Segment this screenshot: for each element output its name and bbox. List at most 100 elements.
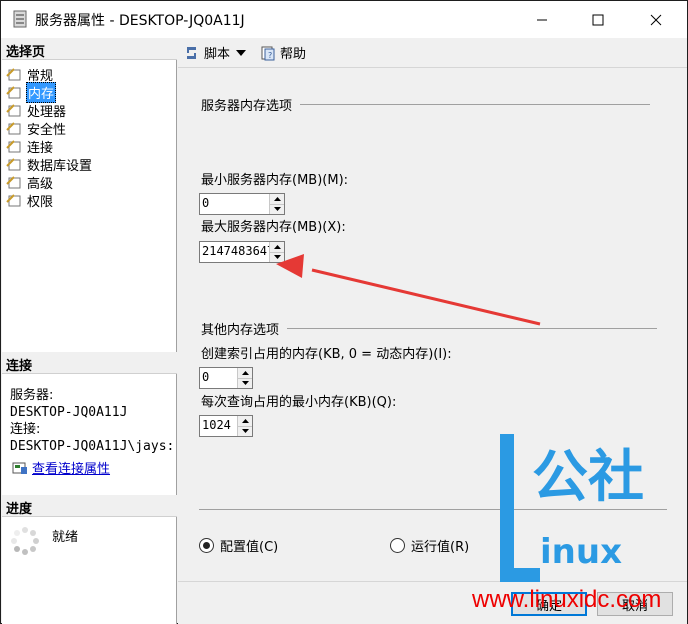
watermark-brand-cn: 公社 — [532, 445, 644, 510]
max-memory-label: 最大服务器内存(MB)(X): — [201, 220, 346, 235]
toolbar: 脚本 ? 帮助 — [178, 38, 687, 68]
query-memory-down-button[interactable] — [238, 425, 252, 436]
progress-header: 进度 — [2, 495, 177, 517]
nav-item-security[interactable]: 安全性 — [6, 119, 93, 138]
page-wrench-icon — [6, 158, 21, 171]
close-button[interactable] — [633, 1, 679, 38]
connection-label: 连接: — [10, 422, 41, 437]
connection-header: 连接 — [2, 352, 177, 374]
max-memory-stepper[interactable]: 2147483647 — [199, 241, 285, 263]
svg-text:?: ? — [268, 51, 272, 60]
nav-item-label: 安全性 — [27, 122, 67, 138]
nav-item-label: 高级 — [27, 176, 54, 192]
configured-values-radio[interactable]: 配置值(C) — [199, 536, 278, 555]
chevron-down-icon — [273, 255, 281, 260]
running-values-label: 运行值(R) — [411, 540, 470, 555]
running-values-radio[interactable]: 运行值(R) — [390, 536, 469, 555]
connection-info: 服务器: DESKTOP-JQ0A11J 连接: DESKTOP-JQ0A11J… — [10, 387, 176, 455]
min-memory-arrows — [269, 194, 284, 214]
server-label: 服务器: — [10, 388, 54, 403]
nav-item-advanced[interactable]: 高级 — [6, 173, 93, 192]
configured-values-label: 配置值(C) — [220, 540, 279, 555]
index-memory-stepper[interactable]: 0 — [199, 367, 253, 389]
radio-selected-icon[interactable] — [199, 538, 214, 553]
window-title: 服务器属性 - DESKTOP-JQ0A11J — [35, 13, 245, 29]
watermark-url: www.linuxidc.com — [472, 586, 662, 613]
chevron-down-icon — [236, 49, 247, 56]
min-memory-value[interactable]: 0 — [200, 194, 269, 214]
nav-item-memory[interactable]: 内存 — [6, 81, 93, 103]
nav-item-processors[interactable]: 处理器 — [6, 101, 93, 120]
view-connection-properties-link[interactable]: 查看连接属性 — [12, 458, 110, 477]
other-memory-group: 其他内存选项 — [201, 319, 658, 338]
nav-item-general[interactable]: 常规 — [6, 65, 93, 84]
page-wrench-icon — [6, 176, 21, 189]
query-memory-value[interactable]: 1024 — [200, 416, 237, 436]
script-label: 脚本 — [204, 47, 231, 62]
chevron-down-icon — [241, 381, 249, 386]
nav-item-database-settings[interactable]: 数据库设置 — [6, 155, 93, 174]
chevron-up-icon — [241, 370, 249, 375]
chevron-up-icon — [273, 244, 281, 249]
other-memory-group-title: 其他内存选项 — [201, 323, 280, 338]
max-memory-arrows — [269, 242, 284, 262]
page-wrench-icon — [6, 104, 21, 117]
nav-item-label: 连接 — [27, 140, 54, 156]
server-memory-group: 服务器内存选项 — [201, 95, 651, 114]
connection-value: DESKTOP-JQ0A11J\jays: — [10, 439, 175, 454]
nav-item-permissions[interactable]: 权限 — [6, 191, 93, 210]
progress-status: 就绪 — [10, 526, 78, 556]
server-value: DESKTOP-JQ0A11J — [10, 405, 128, 420]
chevron-up-icon — [273, 196, 281, 201]
script-dropdown-button[interactable] — [236, 49, 250, 57]
title-bar[interactable]: 服务器属性 - DESKTOP-JQ0A11J — [1, 1, 687, 38]
query-memory-up-button[interactable] — [238, 416, 252, 426]
minimize-button[interactable] — [519, 1, 565, 38]
page-wrench-icon — [6, 122, 21, 135]
min-memory-label: 最小服务器内存(MB)(M): — [201, 173, 349, 188]
view-connection-properties-label: 查看连接属性 — [32, 462, 111, 477]
connection-properties-icon — [12, 462, 27, 474]
page-wrench-icon — [6, 140, 21, 153]
index-memory-value[interactable]: 0 — [200, 368, 237, 388]
maximize-icon — [592, 14, 604, 25]
query-memory-arrows — [237, 416, 252, 436]
busy-spinner-icon — [11, 527, 39, 555]
index-memory-arrows — [237, 368, 252, 388]
nav-item-label: 数据库设置 — [27, 158, 93, 174]
radio-unselected-icon[interactable] — [390, 538, 405, 553]
script-button[interactable]: 脚本 — [184, 43, 230, 62]
index-memory-up-button[interactable] — [238, 368, 252, 378]
nav-item-label: 内存 — [26, 81, 57, 103]
page-wrench-icon — [6, 68, 21, 81]
script-icon — [187, 46, 196, 59]
group-divider — [300, 104, 651, 105]
close-icon — [650, 14, 662, 25]
chevron-up-icon — [241, 418, 249, 423]
chevron-down-icon — [273, 207, 281, 212]
server-icon — [13, 10, 27, 28]
page-list: 常规 内存 处理器 安全性 连接 数据库设置 高级 权限 — [6, 65, 93, 210]
query-memory-label: 每次查询占用的最小内存(KB)(Q): — [201, 395, 397, 410]
min-memory-stepper[interactable]: 0 — [199, 193, 285, 215]
min-memory-down-button[interactable] — [270, 203, 284, 214]
nav-item-label: 处理器 — [27, 104, 67, 120]
index-memory-down-button[interactable] — [238, 377, 252, 388]
left-pane: 选择页 常规 内存 处理器 安全性 连接 数据库设置 高级 权限 连接 服务器:… — [2, 38, 177, 624]
max-memory-value[interactable]: 2147483647 — [200, 242, 269, 262]
help-label: 帮助 — [280, 47, 307, 62]
minimize-icon — [537, 19, 547, 20]
nav-item-connections[interactable]: 连接 — [6, 137, 93, 156]
help-button[interactable]: ? 帮助 — [260, 43, 306, 62]
maximize-button[interactable] — [575, 1, 621, 38]
max-memory-up-button[interactable] — [270, 242, 284, 252]
query-memory-stepper[interactable]: 1024 — [199, 415, 253, 437]
group-divider — [287, 328, 658, 329]
min-memory-up-button[interactable] — [270, 194, 284, 204]
help-icon: ? — [261, 46, 275, 60]
progress-status-text: 就绪 — [52, 530, 79, 545]
server-memory-group-title: 服务器内存选项 — [201, 99, 293, 114]
chevron-down-icon — [241, 429, 249, 434]
nav-item-label: 权限 — [27, 194, 54, 210]
max-memory-down-button[interactable] — [270, 251, 284, 262]
